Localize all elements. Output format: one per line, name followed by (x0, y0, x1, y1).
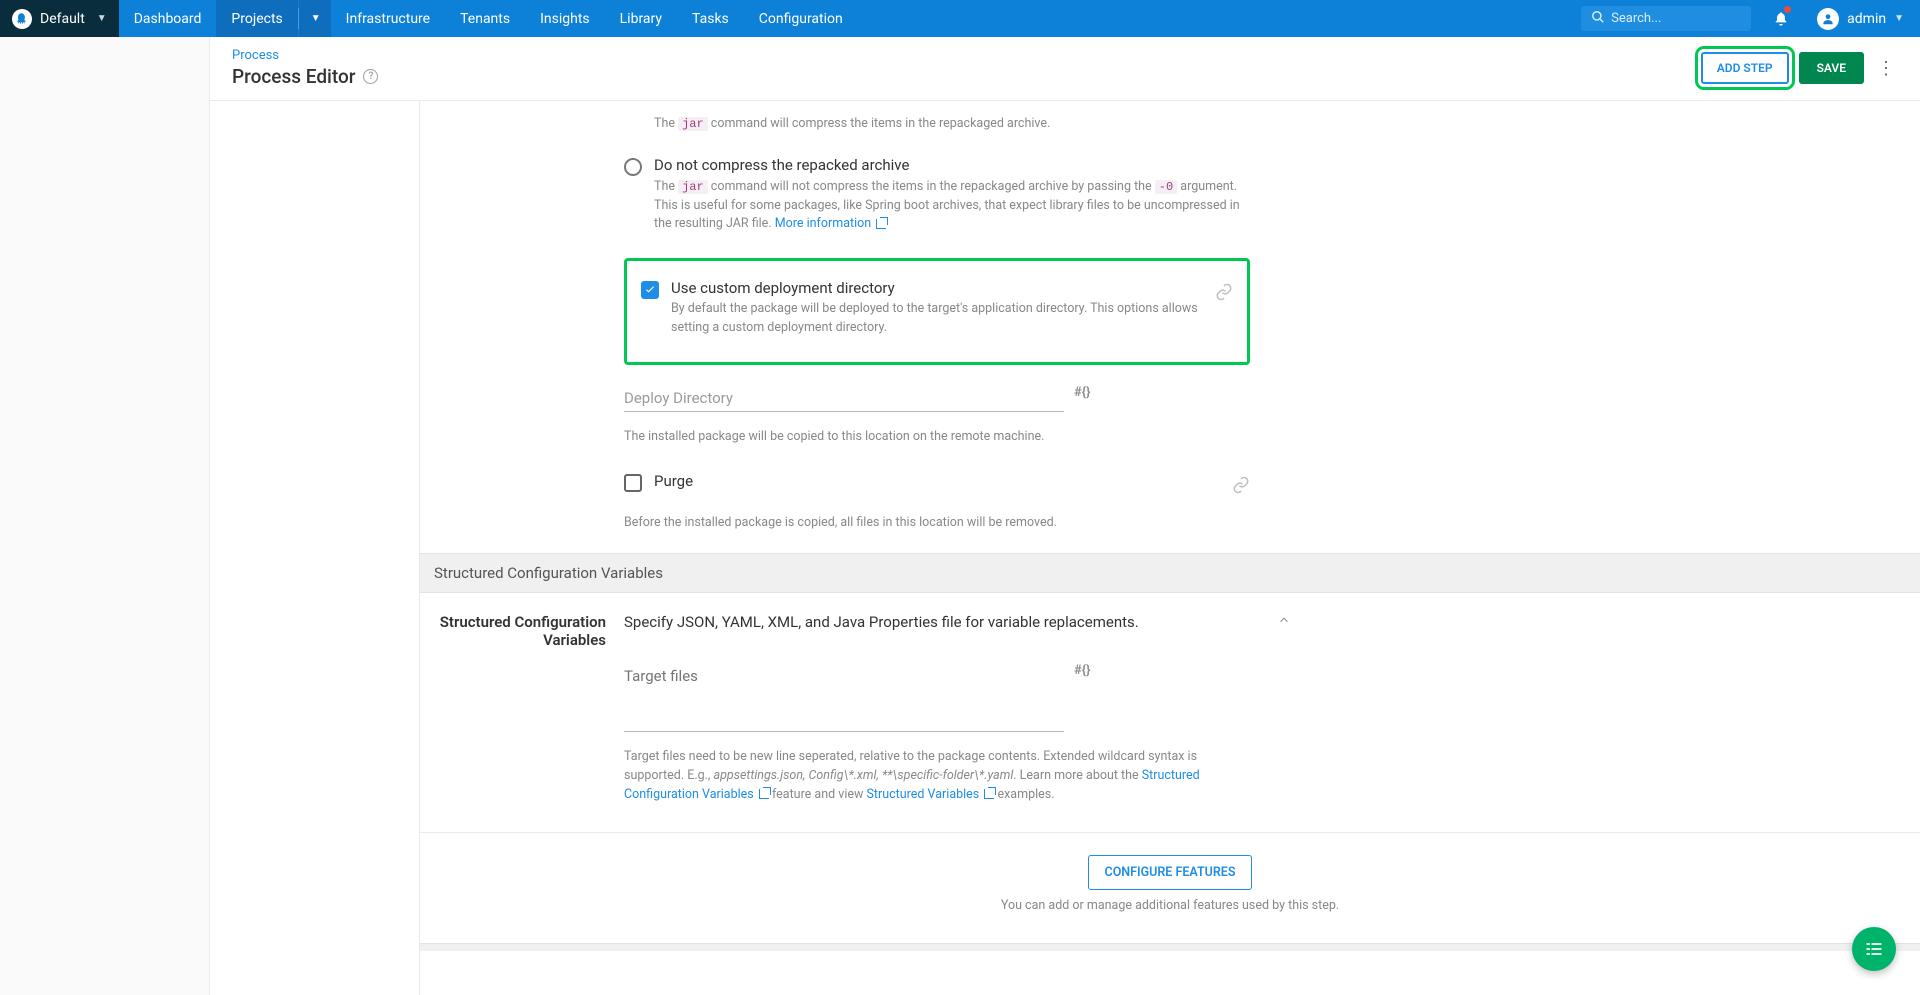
top-nav: Default ▼ Dashboard Projects ▼ Infrastru… (0, 0, 1920, 37)
section-structured-config-vars: Structured Configuration Variables (420, 553, 1920, 593)
radio-no-compress[interactable]: Do not compress the repacked archive The… (624, 148, 1250, 248)
nav-tasks[interactable]: Tasks (677, 0, 744, 37)
nav-tenants[interactable]: Tenants (445, 0, 525, 37)
external-link-icon (876, 219, 886, 229)
scv-link-2[interactable]: Structured Variables (867, 787, 995, 802)
external-link-icon (984, 789, 994, 799)
avatar-icon (1817, 8, 1839, 30)
link-icon[interactable] (1215, 279, 1233, 338)
project-sidebar (0, 37, 210, 995)
deploy-directory-input[interactable] (624, 383, 1064, 412)
search-icon (1591, 10, 1605, 28)
nav-projects-caret[interactable]: ▼ (299, 0, 331, 37)
variable-binding-icon[interactable]: #{} (1074, 661, 1090, 678)
nav-configuration[interactable]: Configuration (744, 0, 858, 37)
scv-intro: Specify JSON, YAML, XML, and Java Proper… (624, 613, 1250, 631)
step-list-sidebar (210, 101, 420, 995)
configure-features-block: CONFIGURE FEATURES You can add or manage… (420, 832, 1920, 943)
caret-down-icon: ▼ (311, 13, 321, 24)
use-custom-dir-title: Use custom deployment directory (671, 279, 1215, 297)
nav-insights[interactable]: Insights (525, 0, 605, 37)
checkbox-purge[interactable]: Purge (624, 464, 1250, 504)
page-title: Process Editor ? (232, 65, 1701, 88)
radio-icon[interactable] (624, 158, 642, 176)
page-header: Process Process Editor ? ADD STEP SAVE ⋮ (210, 37, 1920, 101)
purge-title: Purge (654, 472, 1220, 490)
deploy-directory-row: #{} (624, 383, 1250, 412)
help-fab[interactable] (1852, 927, 1896, 971)
user-menu[interactable]: admin ▼ (1801, 0, 1920, 37)
collapse-chevron-icon[interactable] (1264, 593, 1304, 804)
target-files-row: #{} (624, 661, 1250, 732)
variable-binding-icon[interactable]: #{} (1074, 383, 1090, 400)
step-form: The jar command will compress the items … (420, 101, 1920, 995)
space-name: Default (40, 11, 85, 27)
search-input[interactable] (1611, 11, 1741, 26)
deploy-directory-help: The installed package will be copied to … (624, 428, 1250, 447)
nav-items: Dashboard Projects ▼ Infrastructure Tena… (119, 0, 858, 37)
purge-help: Before the installed package is copied, … (624, 514, 1250, 533)
nav-library[interactable]: Library (605, 0, 677, 37)
add-step-button[interactable]: ADD STEP (1701, 52, 1789, 84)
help-icon[interactable]: ? (363, 69, 378, 84)
caret-down-icon: ▼ (97, 13, 107, 24)
caret-down-icon: ▼ (1894, 13, 1904, 24)
notifications-button[interactable] (1761, 0, 1801, 37)
target-files-input[interactable] (624, 661, 1064, 732)
more-information-link[interactable]: More information (775, 216, 887, 231)
radio-no-compress-desc: The jar command will not compress the it… (654, 178, 1250, 234)
configure-features-sub: You can add or manage additional feature… (420, 898, 1920, 913)
octopus-logo-icon (12, 9, 32, 29)
nav-infrastructure[interactable]: Infrastructure (331, 0, 445, 37)
save-button[interactable]: SAVE (1799, 52, 1864, 84)
radio-no-compress-title: Do not compress the repacked archive (654, 156, 1250, 174)
username: admin (1847, 11, 1886, 27)
checkbox-icon[interactable] (641, 281, 659, 299)
external-link-icon (759, 789, 769, 799)
notification-dot-icon (1784, 6, 1791, 13)
target-files-help: Target files need to be new line seperat… (624, 748, 1250, 804)
scv-label: Structured Configuration Variables (434, 593, 624, 804)
checkbox-use-custom-dir[interactable]: Use custom deployment directory By defau… (641, 279, 1215, 338)
space-switcher[interactable]: Default ▼ (0, 0, 119, 37)
global-search[interactable] (1581, 6, 1751, 31)
nav-dashboard[interactable]: Dashboard (119, 0, 217, 37)
compress-desc: The jar command will compress the items … (654, 115, 1050, 134)
overflow-menu-icon[interactable]: ⋮ (1874, 58, 1898, 79)
nav-projects[interactable]: Projects (216, 0, 297, 37)
breadcrumb-process[interactable]: Process (232, 48, 279, 63)
use-custom-dir-highlight: Use custom deployment directory By defau… (624, 258, 1250, 365)
link-icon[interactable] (1232, 472, 1250, 498)
checkbox-icon[interactable] (624, 474, 642, 492)
use-custom-dir-desc: By default the package will be deployed … (671, 300, 1215, 338)
configure-features-button[interactable]: CONFIGURE FEATURES (1088, 855, 1253, 890)
